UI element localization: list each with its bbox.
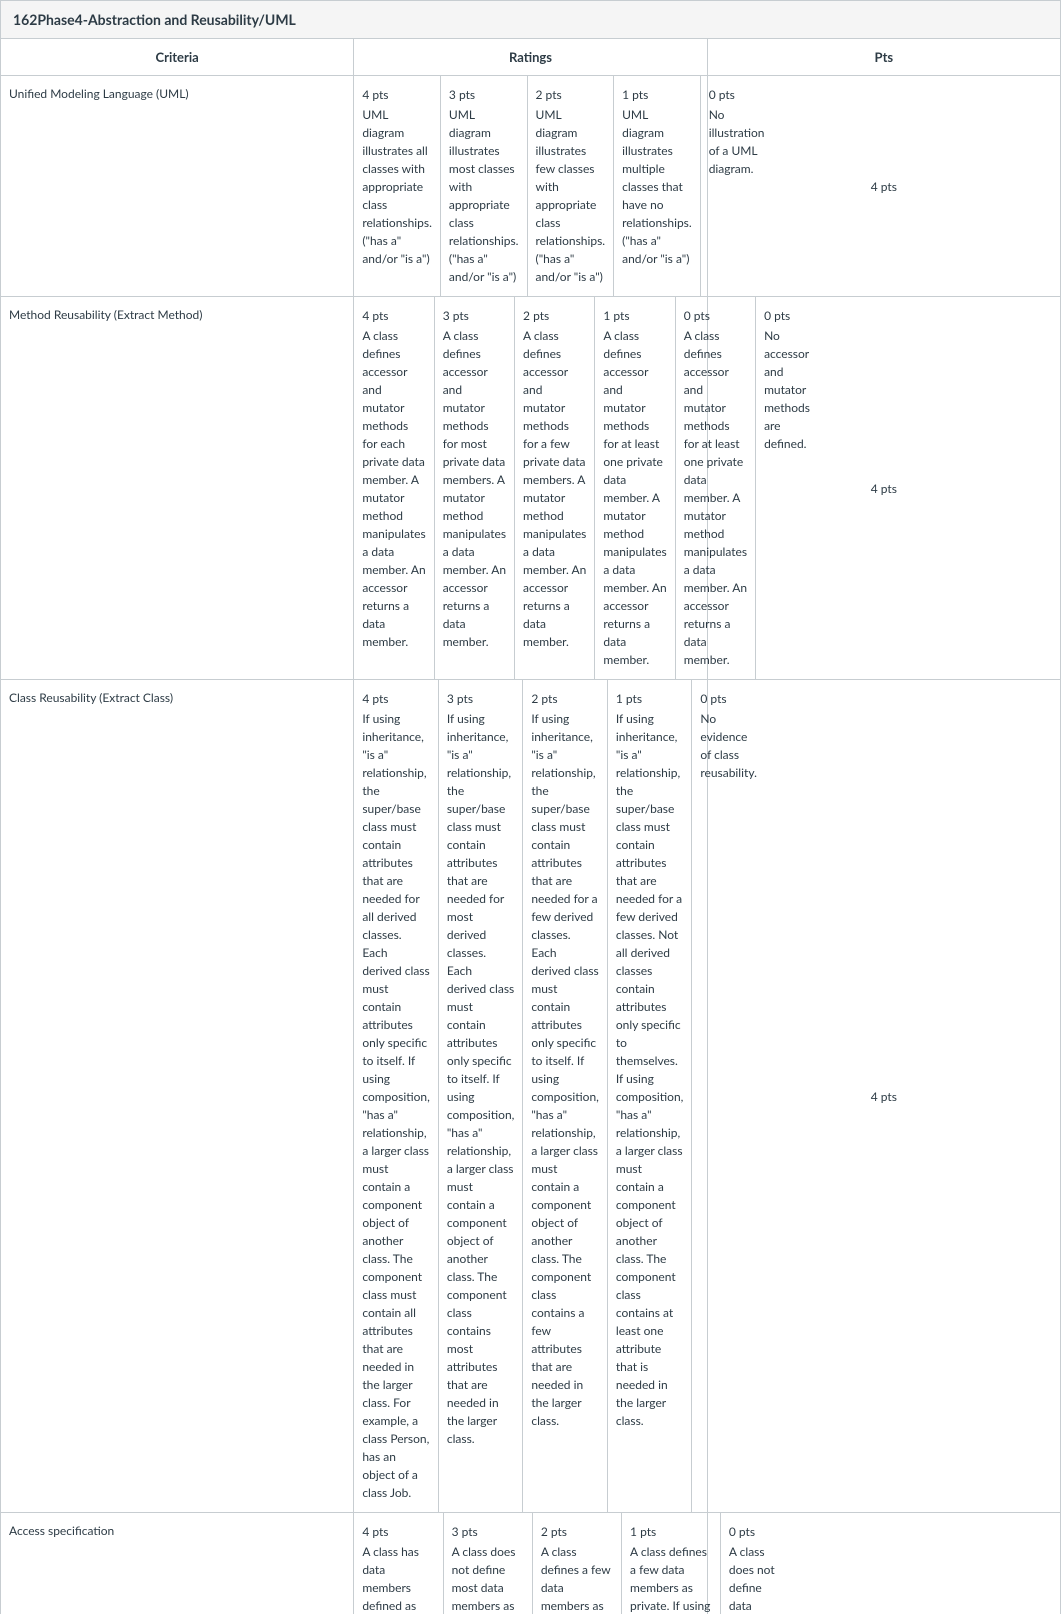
- rating-points: 4 pts: [362, 690, 430, 708]
- rating-desc: If using inheritance, "is a" relationshi…: [362, 711, 430, 1500]
- header-ratings: Ratings: [354, 39, 707, 76]
- rating-points: 4 pts: [362, 307, 425, 325]
- criterion-name: Access specification: [1, 1513, 354, 1614]
- rating-cell: 1 pts A class defines accessor and mutat…: [595, 297, 675, 679]
- criterion-row: Access specification 4 pts A class has d…: [1, 1513, 1061, 1614]
- rating-cell: 2 pts UML diagram illustrates few classe…: [528, 76, 615, 296]
- ratings-cell: 4 pts A class has data members defined a…: [354, 1513, 707, 1614]
- ratings-cell: 4 pts If using inheritance, "is a" relat…: [354, 680, 707, 1513]
- rating-desc: A class defines accessor and mutator met…: [443, 328, 506, 649]
- rating-points: 2 pts: [523, 307, 586, 325]
- rating-desc: If using inheritance, "is a" relationshi…: [447, 711, 515, 1446]
- rating-desc: UML diagram illustrates all classes with…: [362, 107, 432, 266]
- rating-cell: 4 pts A class has data members defined a…: [354, 1513, 443, 1614]
- rating-desc: No accessor and mutator methods are defi…: [764, 328, 810, 451]
- criterion-row: Method Reusability (Extract Method) 4 pt…: [1, 297, 1061, 680]
- rating-desc: If using inheritance, "is a" relationshi…: [531, 711, 599, 1428]
- rating-cell: 1 pts UML diagram illustrates multiple c…: [614, 76, 701, 296]
- rating-points: 2 pts: [531, 690, 599, 708]
- rating-cell: 3 pts UML diagram illustrates most class…: [441, 76, 528, 296]
- rating-points: 3 pts: [443, 307, 506, 325]
- rating-points: 0 pts: [684, 307, 747, 325]
- ratings-cell: 4 pts A class defines accessor and mutat…: [354, 297, 707, 680]
- rating-desc: A class defines accessor and mutator met…: [523, 328, 586, 649]
- rating-desc: UML diagram illustrates most classes wit…: [449, 107, 519, 284]
- rating-points: 1 pts: [622, 86, 692, 104]
- rating-cell: 0 pts A class defines accessor and mutat…: [676, 297, 756, 679]
- header-criteria: Criteria: [1, 39, 354, 76]
- criterion-name: Method Reusability (Extract Method): [1, 297, 354, 680]
- rating-points: 1 pts: [616, 690, 684, 708]
- rating-desc: A class defines accessor and mutator met…: [684, 328, 747, 667]
- rating-desc: A class does not define data members as …: [729, 1544, 778, 1614]
- rating-points: 3 pts: [449, 86, 519, 104]
- rating-cell: 4 pts UML diagram illustrates all classe…: [354, 76, 441, 296]
- criterion-name: Class Reusability (Extract Class): [1, 680, 354, 1513]
- rating-cell: 3 pts A class defines accessor and mutat…: [435, 297, 515, 679]
- rating-desc: No illustration of a UML diagram.: [709, 107, 765, 176]
- rubric-table: 162Phase4-Abstraction and Reusability/UM…: [0, 0, 1061, 1614]
- rating-points: 1 pts: [630, 1523, 712, 1541]
- rating-cell: 0 pts No accessor and mutator methods ar…: [756, 297, 818, 679]
- criterion-name: Unified Modeling Language (UML): [1, 76, 354, 297]
- ratings-cell: 4 pts UML diagram illustrates all classe…: [354, 76, 707, 297]
- rating-points: 1 pts: [603, 307, 666, 325]
- criterion-row: Unified Modeling Language (UML) 4 pts UM…: [1, 76, 1061, 297]
- rating-desc: If using inheritance, "is a" relationshi…: [616, 711, 684, 1428]
- rubric-title: 162Phase4-Abstraction and Reusability/UM…: [1, 1, 1061, 39]
- rating-desc: A class has data members defined as priv…: [362, 1544, 434, 1614]
- rating-cell: 4 pts If using inheritance, "is a" relat…: [354, 680, 439, 1512]
- rating-cell: 0 pts No evidence of class reusability.: [692, 680, 765, 1512]
- rating-points: 4 pts: [362, 1523, 434, 1541]
- rating-points: 2 pts: [541, 1523, 613, 1541]
- rating-cell: 2 pts A class defines accessor and mutat…: [515, 297, 595, 679]
- rating-points: 0 pts: [764, 307, 810, 325]
- rating-cell: 4 pts A class defines accessor and mutat…: [354, 297, 434, 679]
- rating-points: 0 pts: [709, 86, 765, 104]
- rating-cell: 3 pts A class does not define most data …: [444, 1513, 533, 1614]
- rating-points: 0 pts: [700, 690, 757, 708]
- rating-cell: 0 pts A class does not define data membe…: [721, 1513, 786, 1614]
- rating-points: 0 pts: [729, 1523, 778, 1541]
- rating-cell: 2 pts If using inheritance, "is a" relat…: [523, 680, 608, 1512]
- rating-desc: UML diagram illustrates multiple classes…: [622, 107, 692, 266]
- rating-cell: 2 pts A class defines a few data members…: [533, 1513, 622, 1614]
- header-pts: Pts: [707, 39, 1060, 76]
- rating-points: 3 pts: [447, 690, 515, 708]
- rating-desc: A class does not define most data member…: [452, 1544, 524, 1614]
- rating-desc: A class defines a few data members as pr…: [541, 1544, 613, 1614]
- criterion-row: Class Reusability (Extract Class) 4 pts …: [1, 680, 1061, 1513]
- rating-cell: 3 pts If using inheritance, "is a" relat…: [439, 680, 524, 1512]
- rating-points: 4 pts: [362, 86, 432, 104]
- rating-desc: A class defines accessor and mutator met…: [362, 328, 425, 649]
- rating-cell: 1 pts If using inheritance, "is a" relat…: [608, 680, 693, 1512]
- rating-points: 3 pts: [452, 1523, 524, 1541]
- rating-desc: A class defines accessor and mutator met…: [603, 328, 666, 667]
- rating-desc: No evidence of class reusability.: [700, 711, 757, 780]
- rating-points: 2 pts: [536, 86, 606, 104]
- rating-cell: 1 pts A class defines a few data members…: [622, 1513, 721, 1614]
- rating-desc: UML diagram illustrates few classes with…: [536, 107, 606, 284]
- rating-cell: 0 pts No illustration of a UML diagram.: [701, 76, 773, 296]
- rating-desc: A class defines a few data members as pr…: [630, 1544, 712, 1614]
